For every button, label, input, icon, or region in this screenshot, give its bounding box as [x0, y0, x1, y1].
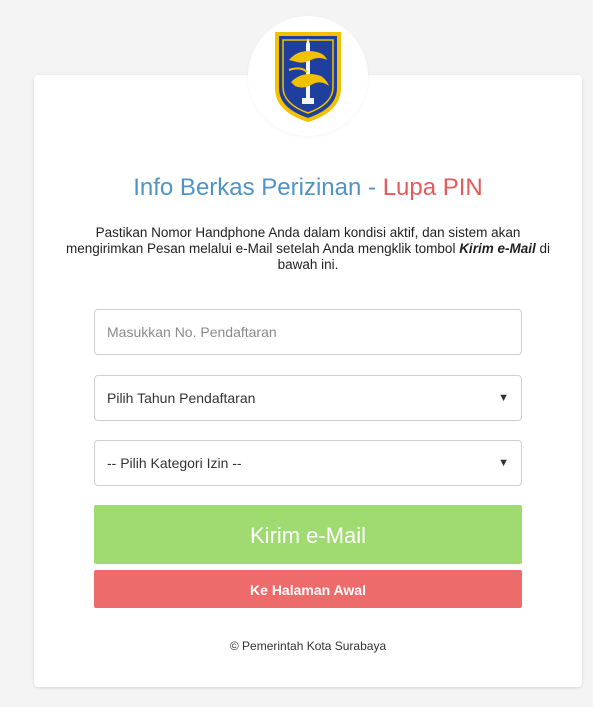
logo-badge — [248, 16, 368, 136]
dropdown-arrow-icon: ▼ — [498, 392, 509, 404]
title-accent: Lupa PIN — [382, 174, 483, 201]
send-email-button[interactable]: Kirim e-Mail — [94, 505, 522, 564]
instructions-text: Pastikan Nomor Handphone Anda dalam kond… — [56, 225, 560, 273]
home-page-button[interactable]: Ke Halaman Awal — [94, 570, 522, 608]
dropdown-arrow-icon: ▼ — [498, 457, 509, 469]
instructions-before: Pastikan Nomor Handphone Anda dalam kond… — [66, 225, 521, 256]
registration-number-input[interactable] — [94, 309, 522, 355]
category-select[interactable]: -- Pilih Kategori Izin -- ▼ — [94, 440, 522, 486]
title-separator: - — [361, 174, 383, 201]
surabaya-crest-icon — [275, 32, 341, 122]
page-title: Info Berkas Perizinan - Lupa PIN — [34, 174, 582, 202]
instructions-emphasis: Kirim e-Mail — [459, 241, 536, 256]
title-main: Info Berkas Perizinan — [133, 174, 362, 201]
footer-copyright: © Pemerintah Kota Surabaya — [229, 639, 387, 653]
category-select-value: -- Pilih Kategori Izin -- — [107, 455, 242, 471]
year-select-value: Pilih Tahun Pendaftaran — [107, 390, 256, 406]
year-select[interactable]: Pilih Tahun Pendaftaran ▼ — [94, 375, 522, 421]
page: Info Berkas Perizinan - Lupa PIN Pastika… — [0, 0, 593, 707]
